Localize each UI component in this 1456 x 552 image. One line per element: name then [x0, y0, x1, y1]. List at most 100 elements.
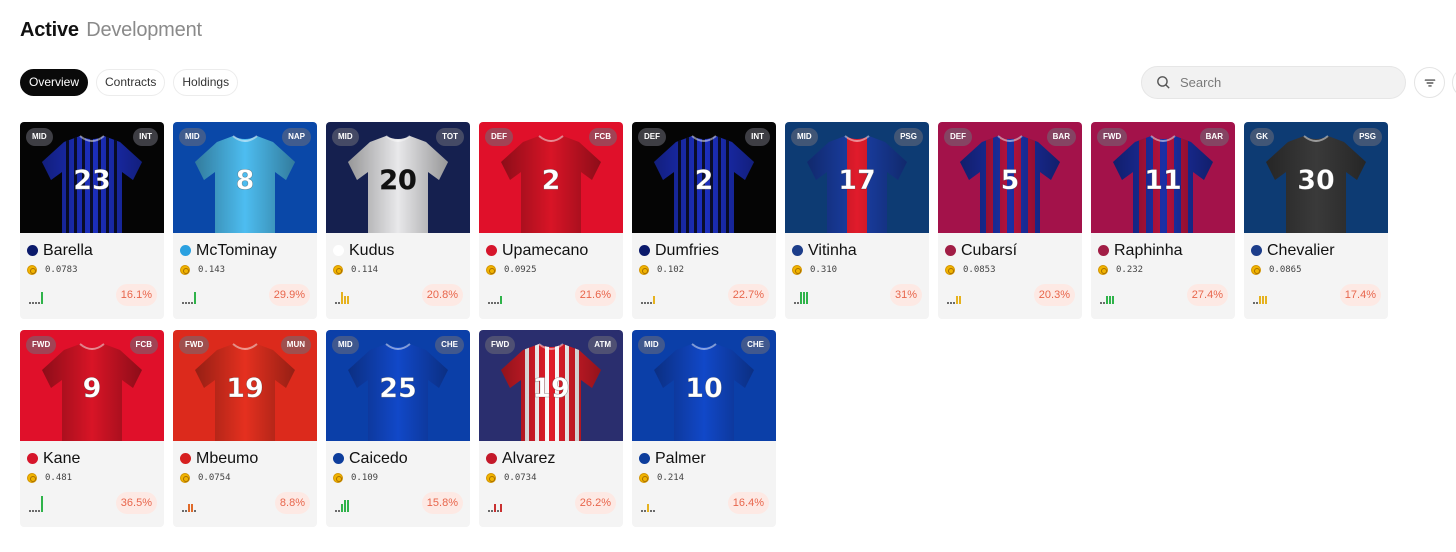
trend-bar — [1256, 302, 1258, 304]
player-grid: 23 MID INT Barella 0.0783 16.1% 8 MID NAP … — [20, 122, 1400, 527]
card-info: Kudus 0.114 20.8% — [326, 233, 470, 319]
jersey-art: 25 MID CHE — [326, 330, 470, 441]
trend-bar — [500, 504, 502, 512]
search-box[interactable] — [1141, 66, 1406, 99]
player-name-row: Palmer — [639, 449, 769, 468]
change-badge: 8.8% — [274, 492, 310, 514]
position-badge: DEF — [944, 128, 972, 146]
trend-bar — [494, 302, 496, 304]
trend-bar — [641, 510, 643, 512]
more-button[interactable] — [1452, 67, 1456, 98]
player-card[interactable]: 19 FWD ATM Alvarez 0.0734 26.2% — [479, 330, 623, 527]
player-price: 0.481 — [45, 473, 73, 483]
trend-bar — [797, 302, 799, 304]
price-row: 0.0865 — [1251, 263, 1381, 277]
team-badge: CHE — [741, 336, 770, 354]
trend-bar — [800, 292, 802, 304]
trend-bar — [335, 302, 337, 304]
trend-bar — [644, 302, 646, 304]
player-price: 0.102 — [657, 265, 685, 275]
coin-icon — [333, 265, 343, 275]
player-card[interactable]: 8 MID NAP McTominay 0.143 29.9% — [173, 122, 317, 319]
coin-icon — [945, 265, 955, 275]
jersey-art: 19 FWD MUN — [173, 330, 317, 441]
club-crest-icon — [180, 453, 191, 464]
position-badge: FWD — [485, 336, 516, 354]
trend-bar — [194, 292, 196, 304]
change-badge: 22.7% — [727, 284, 769, 306]
club-crest-icon — [486, 245, 497, 256]
club-crest-icon — [27, 453, 38, 464]
player-card[interactable]: 20 MID TOT Kudus 0.114 20.8% — [326, 122, 470, 319]
coin-icon — [333, 473, 343, 483]
player-card[interactable]: 2 DEF INT Dumfries 0.102 22.7% — [632, 122, 776, 319]
player-name: McTominay — [196, 241, 277, 259]
trend-bar — [185, 302, 187, 304]
player-card[interactable]: 17 MID PSG Vitinha 0.310 31% — [785, 122, 929, 319]
trend-bar — [347, 296, 349, 304]
player-card[interactable]: 25 MID CHE Caicedo 0.109 15.8% — [326, 330, 470, 527]
player-name-row: Kudus — [333, 241, 463, 260]
trend-bars — [641, 498, 655, 512]
trend-bar — [341, 292, 343, 304]
trend-bar — [341, 504, 343, 512]
player-price: 0.0783 — [45, 265, 78, 275]
club-crest-icon — [27, 245, 38, 256]
change-badge: 17.4% — [1339, 284, 1381, 306]
position-badge: MID — [332, 336, 359, 354]
jersey-number: 8 — [236, 165, 255, 196]
player-card[interactable]: 23 MID INT Barella 0.0783 16.1% — [20, 122, 164, 319]
player-name-row: Barella — [27, 241, 157, 260]
player-price: 0.0754 — [198, 473, 231, 483]
coin-icon — [27, 265, 37, 275]
player-card[interactable]: 5 DEF BAR Cubarsí 0.0853 20.3% — [938, 122, 1082, 319]
player-card[interactable]: 10 MID CHE Palmer 0.214 16.4% — [632, 330, 776, 527]
player-name: Upamecano — [502, 241, 589, 259]
player-card[interactable]: 19 FWD MUN Mbeumo 0.0754 8.8% — [173, 330, 317, 527]
tab-overview[interactable]: Overview — [20, 69, 89, 96]
coin-icon — [792, 265, 802, 275]
player-card[interactable]: 2 DEF FCB Upamecano 0.0925 21.6% — [479, 122, 623, 319]
player-card[interactable]: 30 GK PSG Chevalier 0.0865 17.4% — [1244, 122, 1388, 319]
trend-bars — [182, 290, 196, 304]
trend-bar — [347, 500, 349, 512]
search-input[interactable] — [1180, 75, 1380, 90]
trend-bar — [650, 510, 652, 512]
price-row: 0.232 — [1098, 263, 1228, 277]
trend-bar — [653, 296, 655, 304]
position-badge: MID — [26, 128, 53, 146]
player-name: Cubarsí — [961, 241, 1018, 259]
jersey-art: 5 DEF BAR — [938, 122, 1082, 233]
price-row: 0.0734 — [486, 471, 616, 485]
filter-button[interactable] — [1414, 67, 1445, 98]
player-name: Dumfries — [655, 241, 720, 259]
tab-contracts[interactable]: Contracts — [96, 69, 166, 96]
trend-bar — [41, 292, 43, 304]
card-info: Alvarez 0.0734 26.2% — [479, 441, 623, 527]
player-name: Kane — [43, 449, 81, 467]
trend-bars — [794, 290, 808, 304]
player-name: Caicedo — [349, 449, 408, 467]
jersey-art: 23 MID INT — [20, 122, 164, 233]
jersey-number: 11 — [1144, 165, 1182, 196]
tab-holdings[interactable]: Holdings — [173, 69, 239, 96]
position-badge: GK — [1250, 128, 1274, 146]
position-badge: MID — [179, 128, 206, 146]
player-name: Vitinha — [808, 241, 857, 259]
trend-bar — [956, 296, 958, 304]
team-badge: INT — [745, 128, 770, 146]
player-price: 0.310 — [810, 265, 838, 275]
team-badge: ATM — [588, 336, 617, 354]
player-card[interactable]: 9 FWD FCB Kane 0.481 36.5% — [20, 330, 164, 527]
trend-bar — [488, 510, 490, 512]
title-secondary: Development — [86, 19, 202, 41]
coin-icon — [486, 473, 496, 483]
change-badge: 31% — [889, 284, 922, 306]
trend-bar — [185, 510, 187, 512]
club-crest-icon — [1098, 245, 1109, 256]
player-price: 0.0734 — [504, 473, 537, 483]
trend-bar — [1109, 296, 1111, 304]
change-badge: 15.8% — [421, 492, 463, 514]
jersey-number: 9 — [83, 373, 102, 404]
player-card[interactable]: 11 FWD BAR Raphinha 0.232 27.4% — [1091, 122, 1235, 319]
